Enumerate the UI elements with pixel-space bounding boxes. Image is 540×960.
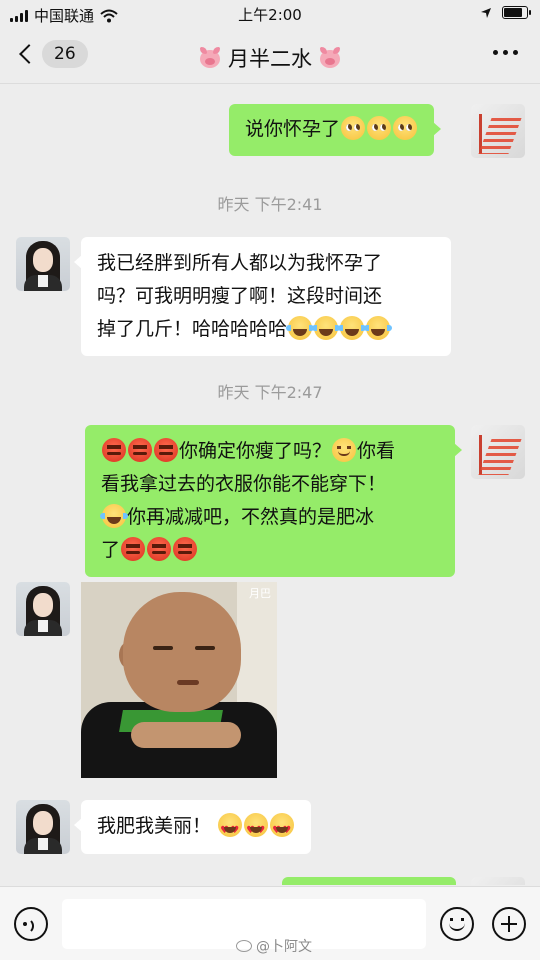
- pleading-face-icon: [393, 116, 418, 140]
- angry-face-icon: [154, 438, 178, 462]
- avatar-contact[interactable]: [16, 800, 70, 854]
- plus-icon[interactable]: [492, 907, 526, 941]
- pig-face-icon: [198, 47, 222, 69]
- heart-eyes-icon: [270, 813, 295, 847]
- angry-face-icon: [121, 537, 146, 561]
- message-bubble-outgoing[interactable]: 你确定你瘦了吗？ 你看 看我拿过去的衣服你能不能穿下！ 你再减减吧，不然真的是肥冰…: [85, 425, 462, 577]
- message-text: 看我拿过去的衣服你能不能穿下！: [101, 473, 387, 495]
- battery-fill: [504, 8, 522, 17]
- message-text: 了: [101, 539, 121, 561]
- timestamp: 昨天 下午2:47: [217, 383, 323, 402]
- message-bubble-incoming[interactable]: 我肥我美丽！: [73, 800, 312, 854]
- message-text: 我肥我美丽！: [97, 815, 212, 837]
- chat-area[interactable]: 说你怀孕了 昨天 下午2:41 我已经胖到所有人都以为我怀孕了 吗？可我明明瘦了…: [0, 85, 540, 885]
- status-time: 上午2:00: [238, 6, 302, 24]
- status-bar: 中国联通 上午2:00: [0, 0, 540, 28]
- sticker-image[interactable]: 月巴: [81, 582, 277, 778]
- pleading-face-icon: [341, 116, 366, 140]
- sticker-tag: 月巴: [249, 587, 271, 600]
- location-arrow-icon: [481, 7, 491, 18]
- message-text: 你看: [357, 440, 396, 462]
- laugh-cry-icon: [364, 316, 393, 340]
- message-bubble-outgoing-partial[interactable]: [282, 877, 456, 885]
- message-text: 吗？可我明明瘦了啊！这段时间还: [97, 285, 383, 307]
- emoji-icon[interactable]: [440, 907, 474, 941]
- message-bubble-outgoing[interactable]: 说你怀孕了: [229, 104, 442, 156]
- laugh-cry-icon: [338, 316, 367, 340]
- battery-icon: [502, 6, 531, 19]
- nav-bar: 26 月半二水: [0, 28, 540, 84]
- heart-eyes-icon: [244, 813, 269, 847]
- more-button[interactable]: [493, 50, 518, 55]
- angry-face-icon: [173, 537, 198, 561]
- chat-title-text: 月半二水: [228, 47, 312, 71]
- weibo-logo-icon: [236, 940, 252, 952]
- message-text: 我已经胖到所有人都以为我怀孕了: [97, 252, 383, 274]
- avatar-contact[interactable]: [16, 237, 70, 291]
- laugh-cry-icon: [100, 504, 128, 528]
- voice-icon[interactable]: [14, 907, 48, 941]
- pig-face-icon: [318, 47, 342, 69]
- message-text: 说你怀孕了: [245, 118, 341, 140]
- avatar-self[interactable]: [471, 877, 525, 885]
- message-text: 你再减减吧，不然真的是肥冰: [127, 506, 375, 528]
- avatar-self[interactable]: [471, 425, 525, 479]
- watermark-text: @卜阿文: [256, 939, 312, 955]
- status-right: [480, 6, 531, 19]
- message-text: 你确定你瘦了吗？: [179, 440, 332, 462]
- timestamp: 昨天 下午2:41: [217, 195, 323, 214]
- avatar-contact[interactable]: [16, 582, 70, 636]
- avatar-self[interactable]: [471, 104, 525, 158]
- chat-title: 月半二水: [0, 43, 540, 73]
- laugh-cry-icon: [286, 316, 315, 340]
- pleading-face-icon: [367, 116, 392, 140]
- angry-face-icon: [128, 438, 152, 462]
- smile-face-icon: [332, 438, 357, 462]
- more-dots-icon[interactable]: [493, 50, 498, 55]
- angry-face-icon: [147, 537, 172, 561]
- message-text: 掉了几斤！哈哈哈哈哈: [97, 318, 288, 340]
- heart-eyes-icon: [218, 813, 243, 847]
- laugh-cry-icon: [312, 316, 341, 340]
- angry-face-icon: [102, 438, 126, 462]
- message-bubble-incoming[interactable]: 我已经胖到所有人都以为我怀孕了 吗？可我明明瘦了啊！这段时间还 掉了几斤！哈哈哈…: [74, 237, 451, 356]
- watermark: @卜阿文: [236, 936, 312, 956]
